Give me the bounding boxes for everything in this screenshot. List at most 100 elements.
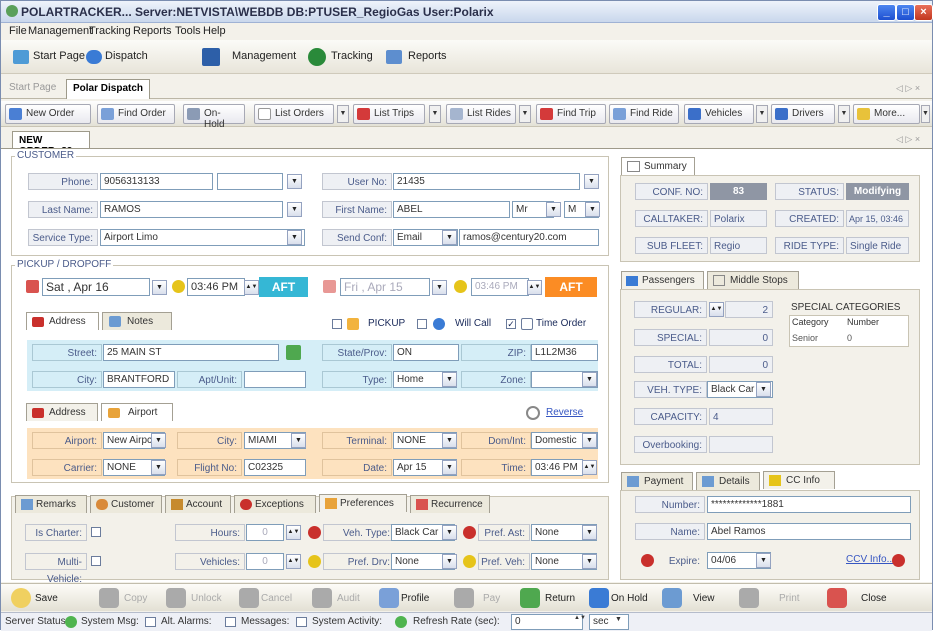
reverse-icon[interactable] bbox=[526, 406, 540, 420]
calendar-icon-2[interactable] bbox=[323, 280, 336, 293]
tab-payment[interactable]: Payment bbox=[621, 472, 693, 490]
address-lookup-icon[interactable] bbox=[286, 345, 301, 360]
hours-spinner[interactable]: ▲▼ bbox=[286, 525, 301, 540]
dropoff-aft-button[interactable]: AFT bbox=[545, 277, 597, 297]
menu-reports[interactable]: Reports bbox=[133, 25, 172, 37]
more-dropdown[interactable]: ▼ bbox=[921, 105, 930, 123]
dropoff-date-dropdown[interactable]: ▼ bbox=[432, 280, 447, 295]
on-hold-button[interactable]: On-Hold bbox=[183, 104, 245, 130]
tab-account[interactable]: Account bbox=[165, 495, 231, 513]
reverse-link[interactable]: Reverse bbox=[546, 407, 583, 418]
number-cell[interactable]: 0 bbox=[847, 333, 852, 343]
list-trips-button[interactable]: List Trips bbox=[353, 104, 425, 124]
dropoff-time-input[interactable]: 03:46 PM bbox=[471, 278, 529, 296]
refresh-rate-spinner[interactable]: ▲▼ bbox=[574, 615, 586, 621]
userno-dropdown[interactable]: ▼ bbox=[584, 174, 599, 189]
messages-indicator[interactable] bbox=[296, 617, 307, 627]
userno-input[interactable]: 21435 bbox=[393, 173, 580, 190]
nav-tracking[interactable]: Tracking bbox=[331, 50, 373, 62]
vehtype-dropdown[interactable]: ▼ bbox=[756, 382, 771, 397]
tab-customer[interactable]: Customer bbox=[90, 495, 162, 513]
service-type-dropdown[interactable]: ▼ bbox=[287, 230, 302, 245]
cancel-button[interactable]: Cancel bbox=[237, 588, 299, 609]
tab-polar-dispatch[interactable]: Polar Dispatch bbox=[66, 79, 151, 99]
refresh-unit-select[interactable]: sec bbox=[589, 614, 629, 630]
tab-address[interactable]: Address bbox=[26, 312, 99, 330]
list-trips-dropdown[interactable]: ▼ bbox=[429, 105, 441, 123]
return-button[interactable]: Return bbox=[517, 588, 579, 609]
view-button[interactable]: View bbox=[657, 588, 717, 609]
pickup-checkbox[interactable] bbox=[332, 319, 342, 329]
tab-start-page[interactable]: Start Page bbox=[9, 82, 56, 93]
cc-name-input[interactable]: Abel Ramos bbox=[707, 523, 911, 540]
tab-summary[interactable]: Summary bbox=[621, 157, 695, 175]
menu-help[interactable]: Help bbox=[203, 25, 226, 37]
tab-cc-info[interactable]: CC Info bbox=[763, 471, 835, 489]
lastname-input[interactable]: RAMOS bbox=[100, 201, 283, 218]
service-type-select[interactable]: Airport Limo bbox=[100, 229, 305, 246]
tab-middle-stops[interactable]: Middle Stops bbox=[707, 271, 799, 289]
tab-airport[interactable]: Airport bbox=[101, 403, 173, 421]
ccv-info-link[interactable]: CCV Info... bbox=[846, 554, 895, 565]
list-rides-dropdown[interactable]: ▼ bbox=[519, 105, 531, 123]
vehicles-spinner[interactable]: ▲▼ bbox=[286, 554, 301, 569]
order-tab-arrows-icon[interactable]: ◁ ▷ × bbox=[896, 134, 920, 145]
street-input[interactable]: 25 MAIN ST bbox=[103, 344, 279, 361]
unlock-button[interactable]: Unlock bbox=[163, 588, 223, 609]
charter-checkbox[interactable] bbox=[91, 527, 101, 537]
flight-input[interactable]: C02325 bbox=[244, 459, 306, 476]
pickup-date-dropdown[interactable]: ▼ bbox=[152, 280, 167, 295]
phone-ext-input[interactable] bbox=[217, 173, 283, 190]
pay-button[interactable]: Pay bbox=[451, 588, 501, 609]
find-order-button[interactable]: Find Order bbox=[97, 104, 175, 124]
domint-dropdown[interactable]: ▼ bbox=[582, 433, 597, 448]
new-order-button[interactable]: New Order bbox=[5, 104, 91, 124]
tab-preferences[interactable]: Preferences bbox=[319, 494, 407, 512]
nav-dispatch[interactable]: Dispatch bbox=[105, 50, 148, 62]
multivehicle-checkbox[interactable] bbox=[91, 556, 101, 566]
drivers-dropdown[interactable]: ▼ bbox=[838, 105, 850, 123]
expire-dropdown[interactable]: ▼ bbox=[756, 553, 771, 568]
firstname-input[interactable]: ABEL bbox=[393, 201, 510, 218]
minimize-button[interactable]: _ bbox=[877, 4, 896, 21]
airport-dropdown[interactable]: ▼ bbox=[151, 433, 166, 448]
pickup-time-spinner[interactable]: ▲▼ bbox=[244, 280, 259, 295]
lastname-dropdown[interactable]: ▼ bbox=[287, 202, 302, 217]
apt-input[interactable] bbox=[244, 371, 306, 388]
dropoff-date-input[interactable]: Fri , Apr 15 bbox=[340, 278, 430, 296]
find-ride-button[interactable]: Find Ride bbox=[609, 104, 679, 124]
sendconf-dropdown[interactable]: ▼ bbox=[442, 230, 457, 245]
alarms-indicator[interactable] bbox=[225, 617, 236, 627]
regular-value[interactable]: 2 bbox=[725, 301, 773, 318]
more-button[interactable]: More... bbox=[853, 104, 920, 124]
vehicles-dropdown[interactable]: ▼ bbox=[756, 105, 768, 123]
list-orders-button[interactable]: List Orders bbox=[254, 104, 334, 124]
audit-button[interactable]: Audit bbox=[309, 588, 365, 609]
flight-date-dropdown[interactable]: ▼ bbox=[442, 460, 457, 475]
close-button[interactable]: Close bbox=[821, 588, 891, 609]
prefveh-dropdown[interactable]: ▼ bbox=[582, 554, 597, 569]
calendar-icon[interactable] bbox=[26, 280, 39, 293]
category-cell[interactable]: Senior bbox=[792, 333, 818, 343]
pickup-aft-button[interactable]: AFT bbox=[259, 277, 308, 297]
hours-input[interactable]: 0 bbox=[246, 524, 284, 541]
pickup-time-input[interactable]: 03:46 PM bbox=[187, 278, 245, 296]
vehicles-input[interactable]: 0 bbox=[246, 553, 284, 570]
menu-tracking[interactable]: Tracking bbox=[89, 25, 131, 37]
carrier-dropdown[interactable]: ▼ bbox=[151, 460, 166, 475]
flight-time-spinner[interactable]: ▲▼ bbox=[582, 460, 597, 475]
refresh-unit-dropdown[interactable]: ▼ bbox=[615, 616, 622, 623]
system-msg-indicator[interactable] bbox=[145, 617, 156, 627]
tab-dropoff-address[interactable]: Address bbox=[26, 403, 98, 421]
zone-dropdown[interactable]: ▼ bbox=[582, 372, 597, 387]
tab-remarks[interactable]: Remarks bbox=[15, 495, 87, 513]
refresh-rate-input[interactable]: 0 bbox=[511, 614, 583, 630]
title-dropdown[interactable]: ▼ bbox=[546, 202, 561, 217]
tab-passengers[interactable]: Passengers bbox=[621, 271, 704, 289]
list-rides-button[interactable]: List Rides bbox=[446, 104, 516, 124]
phone-input[interactable]: 9056313133 bbox=[100, 173, 213, 190]
email-input[interactable]: ramos@century20.com bbox=[459, 229, 599, 246]
list-orders-dropdown[interactable]: ▼ bbox=[337, 105, 349, 123]
maximize-button[interactable]: □ bbox=[896, 4, 915, 21]
on-hold-action-button[interactable]: On Hold bbox=[587, 588, 649, 609]
